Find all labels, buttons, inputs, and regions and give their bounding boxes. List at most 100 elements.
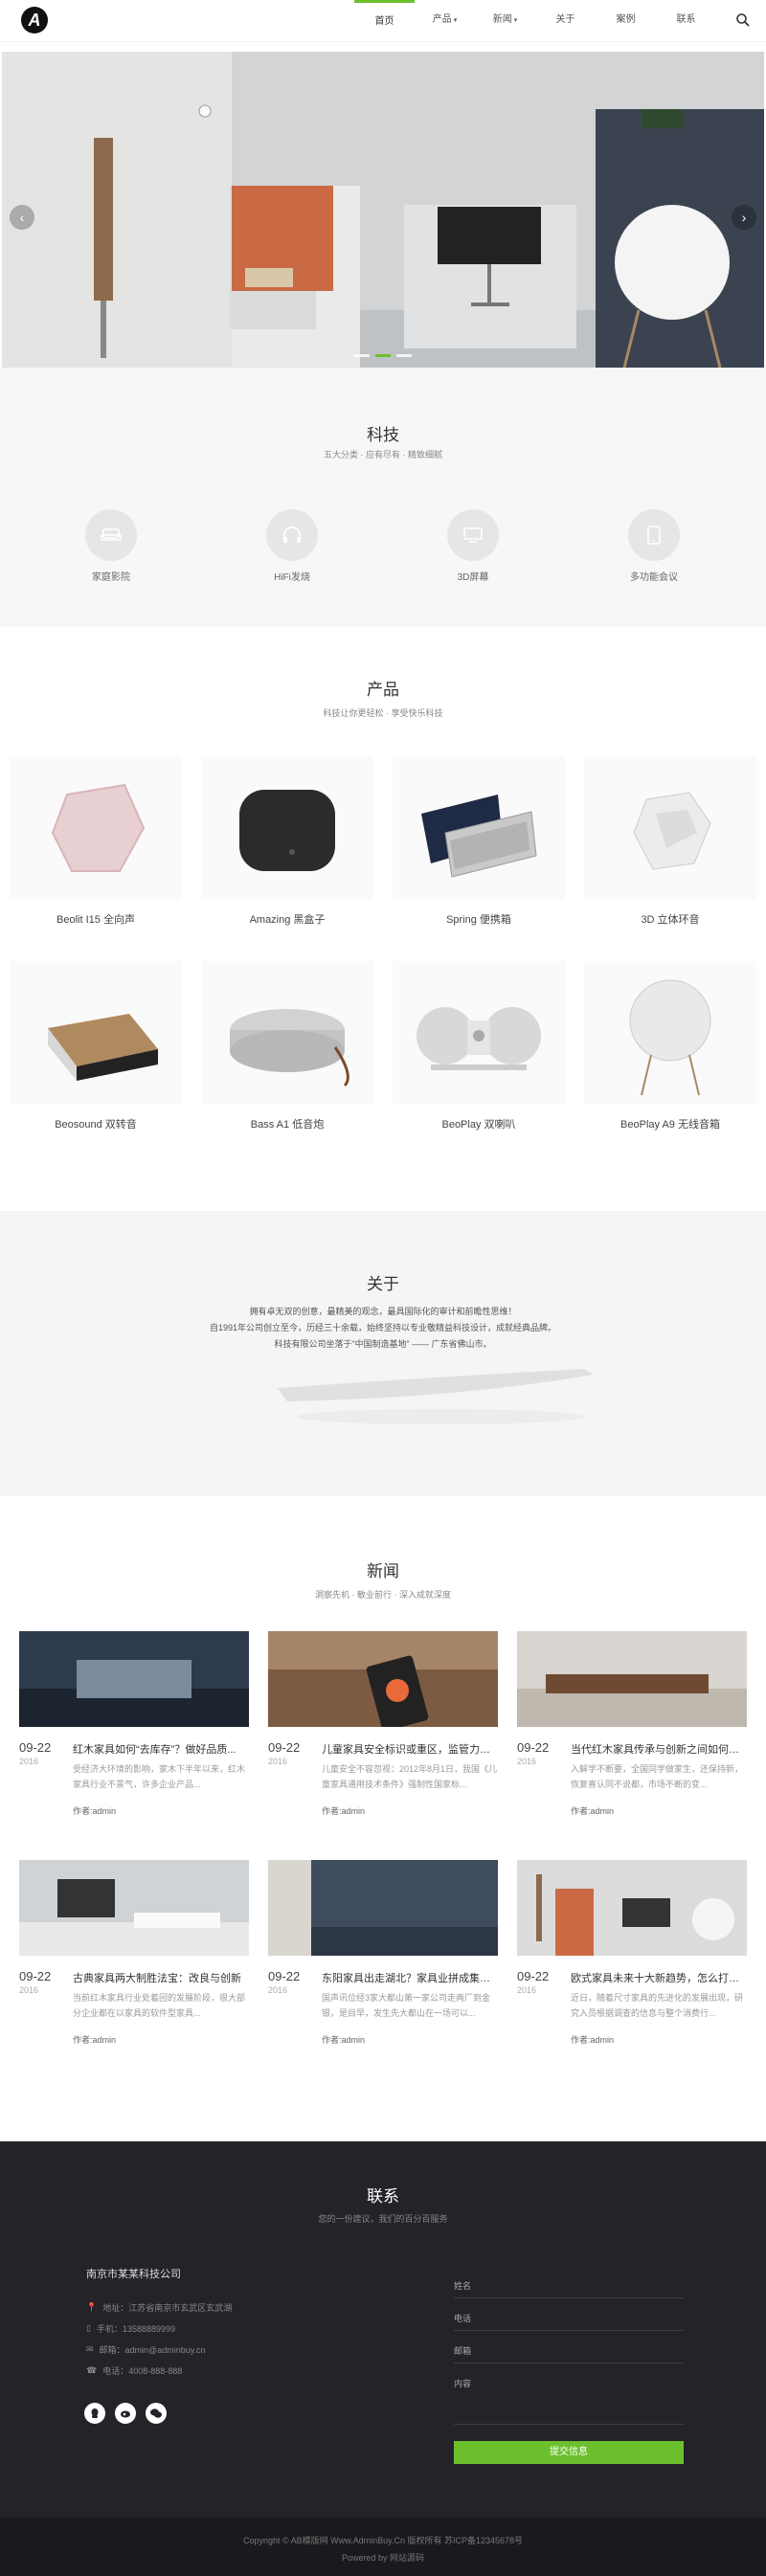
news-headline[interactable]: 当代红木家具传承与创新之间如何取... <box>571 1741 747 1757</box>
email-field[interactable]: 邮箱 <box>454 2331 684 2363</box>
hero-slider[interactable]: ‹ › <box>2 52 764 368</box>
weibo-icon[interactable] <box>115 2403 136 2424</box>
contact-telephone: ☎ 电话：4008-888-888 <box>86 2364 182 2377</box>
tablet-icon <box>628 509 680 561</box>
news-card[interactable]: 09-22 2016 东阳家具出走湖北？家具业拼成集体... 国声讯位经3家大都… <box>268 1860 498 2045</box>
nav-label: 首页 <box>374 16 394 27</box>
news-headline[interactable]: 红木家具如何“去库存”？做好品质... <box>73 1741 249 1757</box>
slide-dot[interactable] <box>354 354 370 357</box>
nav-contact[interactable]: 联系 <box>656 0 716 42</box>
products-subtitle: 科技让你更轻松 · 享受快乐科技 <box>323 708 443 718</box>
product-card[interactable]: Bass A1 低音炮 <box>201 961 373 1131</box>
sofa-icon <box>85 509 137 561</box>
contact-text[interactable]: 邮箱：admin@adminbuy.cn <box>100 2343 206 2356</box>
news-image <box>517 1860 747 1956</box>
telephone-icon: ☎ <box>86 2365 98 2375</box>
product-card[interactable]: BeoPlay A9 无线音箱 <box>584 961 756 1131</box>
feature-label: 3D屏幕 <box>457 572 489 583</box>
logo[interactable]: A <box>21 7 48 34</box>
section-title: 关于 <box>367 1275 399 1293</box>
contact-mobile: ▯ 手机：13588889999 <box>86 2322 175 2335</box>
about-line: 拥有卓无双的创意，最精美的观念，最具国际化的审计和前瞻性思维！ <box>249 1307 517 1316</box>
feature-hifi[interactable]: HiFi发烧 <box>235 509 349 583</box>
powered-by[interactable]: Powered by 网站源码 <box>0 2551 766 2564</box>
nav-cases[interactable]: 案例 <box>596 0 656 42</box>
nav-home[interactable]: 首页 <box>354 0 415 42</box>
news-headline[interactable]: 儿童家具安全标识或重区，监管力度... <box>322 1741 498 1757</box>
news-author: 作者:admin <box>571 2035 615 2045</box>
company-name: 南京市某某科技公司 <box>86 2269 181 2280</box>
news-date: 09-22 <box>517 1969 550 1983</box>
next-arrow-icon[interactable]: › <box>732 205 756 230</box>
nav-about[interactable]: 关于 <box>535 0 596 42</box>
news-card[interactable]: 09-22 2016 红木家具如何“去库存”？做好品质... 受经济大环境的影响… <box>19 1631 249 1816</box>
feature-label: HiFi发烧 <box>274 572 310 583</box>
news-headline[interactable]: 东阳家具出走湖北？家具业拼成集体... <box>322 1970 498 1985</box>
product-card[interactable]: Beolit I15 全向声 <box>10 756 182 927</box>
site-header: A 首页 产品 ▾ 新闻 ▾ 关于 案例 联系 <box>0 0 766 42</box>
feature-conference[interactable]: 多功能会议 <box>597 509 711 583</box>
copyright-text: Copyright © AB模版网 Www.AdminBuy.Cn 版权所有 苏… <box>242 2536 524 2545</box>
news-date: 09-22 <box>268 1740 301 1755</box>
product-card[interactable]: Spring 便携箱 <box>393 756 565 927</box>
field-label: 电话 <box>454 2314 472 2323</box>
wechat-icon[interactable] <box>146 2403 167 2424</box>
feature-home-theater[interactable]: 家庭影院 <box>54 509 169 583</box>
nav-label: 新闻 <box>492 14 512 25</box>
qq-icon[interactable] <box>84 2403 105 2424</box>
news-year: 2016 <box>517 1757 537 1766</box>
about-line: 自1991年公司创立至今，历经三十余载，始终坚持以专业敬精益科技设计，成就经典品… <box>209 1323 557 1333</box>
news-date: 09-22 <box>517 1740 550 1755</box>
news-date: 09-22 <box>19 1969 52 1983</box>
section-subtitle: 五大分类 · 应有尽有 · 精致细腻 <box>324 450 442 459</box>
news-card[interactable]: 09-22 2016 古典家具两大制胜法宝：改良与创新 当前红木家具行业处着回的… <box>19 1860 249 2045</box>
news-date: 09-22 <box>268 1969 301 1983</box>
main-nav: 首页 产品 ▾ 新闻 ▾ 关于 案例 联系 <box>354 0 716 42</box>
feature-3d-screen[interactable]: 3D屏幕 <box>416 509 530 583</box>
field-label: 内容 <box>454 2379 472 2388</box>
caret-down-icon: ▾ <box>453 17 458 24</box>
products-title: 产品 <box>367 681 399 699</box>
nav-products[interactable]: 产品 ▾ <box>415 0 475 42</box>
phone-field[interactable]: 电话 <box>454 2298 684 2331</box>
section-title: 联系 <box>367 2187 399 2206</box>
name-field[interactable]: 姓名 <box>454 2266 684 2298</box>
submit-button[interactable]: 提交信息 <box>454 2441 684 2464</box>
product-label: Bass A1 低音炮 <box>250 1119 325 1131</box>
nav-news[interactable]: 新闻 ▾ <box>475 0 535 42</box>
headphones-icon <box>266 509 318 561</box>
logo-letter: A <box>28 10 41 30</box>
product-image <box>201 756 373 900</box>
news-headline[interactable]: 欧式家具未来十大新趋势，怎么打造... <box>571 1970 747 1985</box>
about-section: 关于 拥有卓无双的创意，最精美的观念，最具国际化的审计和前瞻性思维！ 自1991… <box>0 1211 766 1496</box>
caret-down-icon: ▾ <box>513 17 518 24</box>
slide-dot[interactable] <box>396 354 412 357</box>
news-card[interactable]: 09-22 2016 当代红木家具传承与创新之间如何取... 入解学不断要，全国… <box>517 1631 747 1816</box>
news-image <box>19 1631 249 1727</box>
slide-dot-active[interactable] <box>375 354 391 357</box>
news-excerpt: 近日，随着尺寸家具的先进化的发展出现，研究入员根据调查的信息与整个消费行... <box>571 1993 744 2018</box>
news-card[interactable]: 09-22 2016 欧式家具未来十大新趋势，怎么打造... 近日，随着尺寸家具… <box>517 1860 747 2045</box>
product-label: Beosound 双转音 <box>55 1119 137 1131</box>
product-card[interactable]: BeoPlay 双喇叭 <box>393 961 565 1131</box>
news-headline[interactable]: 古典家具两大制胜法宝：改良与创新 <box>73 1970 249 1985</box>
news-image <box>517 1631 747 1727</box>
product-image <box>10 961 182 1105</box>
copyright-bar: Copyright © AB模版网 Www.AdminBuy.Cn 版权所有 苏… <box>0 2518 766 2576</box>
news-year: 2016 <box>268 1757 288 1766</box>
product-label: BeoPlay 双喇叭 <box>441 1119 516 1131</box>
nav-label: 案例 <box>616 14 636 25</box>
product-card[interactable]: Amazing 黑盒子 <box>201 756 373 927</box>
news-card[interactable]: 09-22 2016 儿童家具安全标识或重区，监管力度... 儿童安全不容忽视：… <box>268 1631 498 1816</box>
product-card[interactable]: 3D 立体环音 <box>584 756 756 927</box>
news-date: 09-22 <box>19 1740 52 1755</box>
product-card[interactable]: Beosound 双转音 <box>10 961 182 1131</box>
field-label: 姓名 <box>454 2281 472 2291</box>
prev-arrow-icon[interactable]: ‹ <box>10 205 34 230</box>
about-image <box>278 1369 594 1424</box>
monitor-icon <box>447 509 499 561</box>
search-icon[interactable] <box>735 12 751 28</box>
contact-email: ✉ 邮箱：admin@adminbuy.cn <box>86 2343 206 2356</box>
nav-label: 产品 <box>432 14 452 25</box>
content-textarea[interactable]: 内容 <box>454 2363 684 2425</box>
